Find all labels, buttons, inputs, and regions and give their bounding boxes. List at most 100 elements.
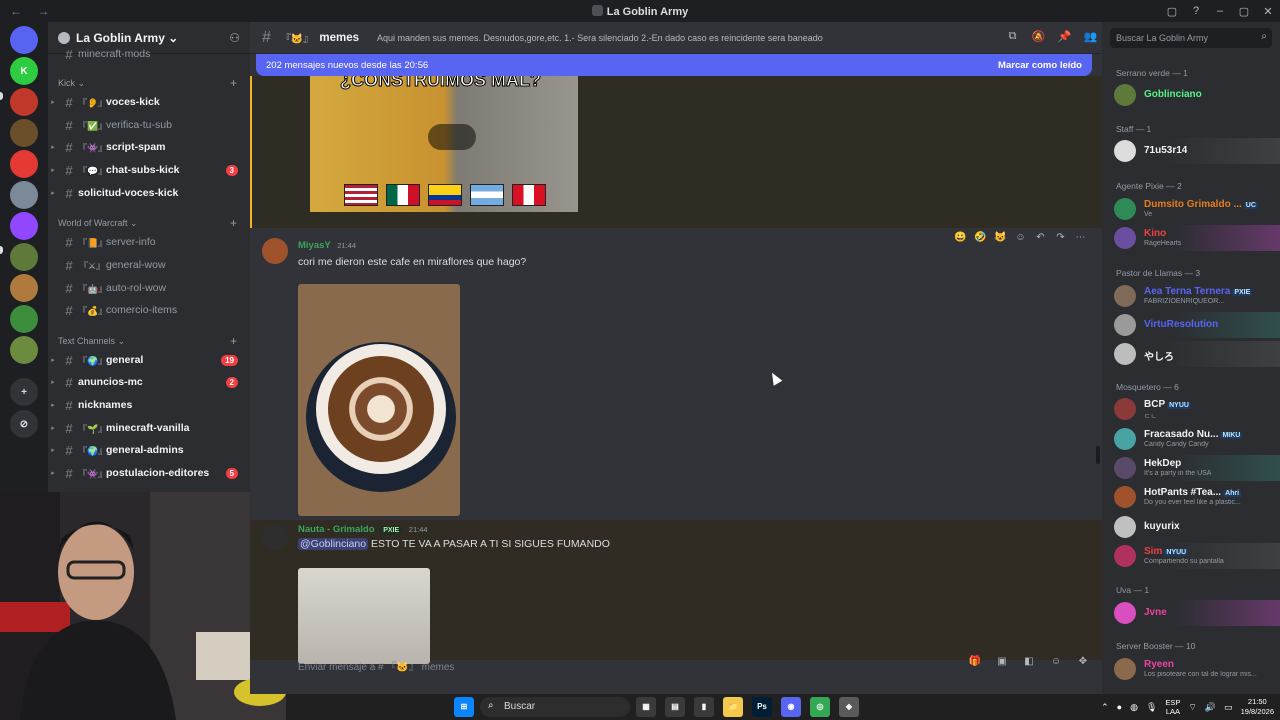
member-item[interactable]: BCP NYUU ㄷㄴ [1102,396,1280,422]
member-item[interactable]: VirtuResolution [1102,312,1280,338]
server-icon[interactable] [10,274,38,302]
member-item[interactable]: Fracasado Nu... MIKU Candy Candy Candy [1102,426,1280,452]
wifi-icon[interactable]: ⌔ [1188,702,1196,713]
taskbar-app-icon[interactable]: 📁 [723,697,743,717]
start-button[interactable]: ⊞ [454,697,474,717]
inbox-icon[interactable]: ▢ [1160,5,1184,18]
channel-item[interactable]: ▸ # 『🌍』 general 19 [48,350,250,370]
chevron-up-icon[interactable]: ⌃ [1101,702,1109,713]
taskbar-app-icon[interactable]: ◈ [839,697,859,717]
member-item[interactable]: Aea Terna Ternera PXIE FABRIZIOENRIQUEOR..… [1102,283,1280,309]
taskbar-app-icon[interactable]: ▮ [694,697,714,717]
sticker-icon[interactable]: ◧ [1022,656,1036,670]
channel-item[interactable]: ▸ # 『👾』 postulacion-editores 5 [48,463,250,483]
member-item[interactable]: Ryeen Los pisoteare con tal de lograr mis… [1102,656,1280,682]
app-tray-icon[interactable]: ● [1117,702,1122,712]
video-thumbnail[interactable]: ¿CONSTRUIMOS MAL? [310,76,578,212]
taskbar-app-icon[interactable]: ◎ [810,697,830,717]
mark-read-button[interactable]: Marcar como leído [998,60,1082,71]
language-indicator[interactable]: ESP LAA [1165,698,1180,716]
gif-icon[interactable]: ▣ [995,656,1009,670]
apps-icon[interactable]: ✥ [1076,656,1090,670]
member-item[interactable]: Dumsito Grimaldo ... UC Ve [1102,196,1280,222]
add-server-button[interactable]: + [10,378,38,406]
maximize-button[interactable]: ▢ [1232,5,1256,18]
channel-category[interactable]: Kick ⌄ + [58,76,237,90]
add-channel-icon[interactable]: + [230,76,237,90]
attached-image[interactable] [298,568,430,664]
forward-icon[interactable]: ↷ [1053,232,1068,247]
clock[interactable]: 21:50 19/8/2026 [1241,697,1274,717]
volume-icon[interactable]: 🔊 [1205,702,1216,713]
add-channel-icon[interactable]: + [230,334,237,348]
channel-item[interactable]: ▸ # 『👾』 script-spam [48,137,250,157]
author-name[interactable]: Nauta - Grimaldo [298,524,375,535]
scrollbar-thumb[interactable] [1096,446,1100,464]
reaction-icon[interactable]: 🤣 [973,232,988,247]
battery-icon[interactable]: ▭ [1224,702,1233,713]
user-mention[interactable]: @Goblinciano [298,538,369,550]
member-item[interactable]: HotPants #Tea... Ahri Do you ever feel lik… [1102,484,1280,510]
channel-item[interactable]: ▸ # 『🌍』 general-admins [48,440,250,460]
discover-button[interactable]: ⊘ [10,410,38,438]
search-input[interactable]: Buscar La Goblin Army ⌕ [1110,28,1272,48]
server-icon[interactable] [10,26,38,54]
threads-icon[interactable]: ⧉ [1005,30,1020,45]
channel-item[interactable]: ▸ # nicknames [48,395,250,415]
message-item[interactable]: Nauta - Grimaldo PXIE 21:44 @Goblinciano… [250,520,1102,664]
help-icon[interactable]: ? [1184,5,1208,17]
network-icon[interactable]: ◍ [1130,702,1138,713]
minimize-button[interactable]: – [1208,5,1232,17]
members-icon[interactable]: 👥 [1083,30,1098,45]
channel-category[interactable]: World of Warcraft ⌄ + [58,216,237,230]
member-item[interactable]: やしろ [1102,341,1280,367]
channel-item[interactable]: # 『📙』 server-info [48,232,250,252]
member-item[interactable]: Jvne [1102,600,1280,626]
pin-icon[interactable]: 📌 [1057,30,1072,45]
channel-topic[interactable]: Aqui manden sus memes. Desnudos,gore,etc… [377,33,1017,43]
server-icon[interactable] [10,212,38,240]
channel-category[interactable]: Text Channels ⌄ + [58,334,237,348]
taskbar-app-icon[interactable]: ◉ [781,697,801,717]
taskbar-app-icon[interactable]: Ps [752,697,772,717]
author-name[interactable]: MiyasY [298,240,331,251]
avatar[interactable] [262,238,288,264]
member-item[interactable]: Sim NYUU Compartiendo su pantalla [1102,543,1280,569]
message-composer[interactable]: Enviar mensaje a # 『🐱』 memes 🎁 ▣ ◧ ☺ ✥ [280,652,1090,680]
more-icon[interactable]: ⋯ [1073,232,1088,247]
message-item[interactable]: MiyasY 21:44 😀 🤣 😺 ☺ ↶ ↷ ⋯ cori me diero… [250,232,1102,516]
add-channel-icon[interactable]: + [230,216,237,230]
member-item[interactable]: 71u53r14 [1102,138,1280,164]
channel-item[interactable]: ▸ # 『👂』 voces-kick [48,92,250,112]
microphone-icon[interactable]: 🎙 [1146,702,1157,713]
server-icon[interactable]: K [10,57,38,85]
server-icon[interactable] [10,181,38,209]
channel-item[interactable]: # 『✅』 verifica-tu-sub [48,115,250,135]
avatar[interactable] [262,524,288,550]
member-item[interactable]: Kino RageHearts [1102,225,1280,251]
server-icon[interactable] [10,336,38,364]
coffee-image[interactable] [298,284,460,516]
close-button[interactable]: ✕ [1256,5,1280,18]
add-member-icon[interactable]: ⚇ [229,31,240,45]
channel-item[interactable]: ▸ # 『💬』 chat-subs-kick 3 [48,160,250,180]
reply-icon[interactable]: ↶ [1033,232,1048,247]
taskbar-search[interactable]: ⌕ Buscar [480,697,630,717]
server-icon[interactable] [10,305,38,333]
windows-icon[interactable]: ⊞ [454,697,474,717]
mute-icon[interactable]: 🔕 [1031,30,1046,45]
server-icon[interactable] [10,150,38,178]
channel-item[interactable]: # 『🤖』 auto-rol-wow [48,278,250,298]
add-reaction-icon[interactable]: ☺ [1013,232,1028,247]
member-item[interactable]: Goblinciano [1102,82,1280,108]
new-messages-bar[interactable]: 202 mensajes nuevos desde las 20:56 Marc… [256,54,1092,76]
reaction-icon[interactable]: 😀 [953,232,968,247]
server-icon[interactable] [10,243,38,271]
gift-icon[interactable]: 🎁 [968,656,982,670]
taskbar-app-icon[interactable]: ▤ [665,697,685,717]
taskbar-app-icon[interactable]: ▦ [636,697,656,717]
member-item[interactable]: kuyurix [1102,514,1280,540]
channel-item[interactable]: ▸ # anuncios-mc 2 [48,372,250,392]
server-icon[interactable] [10,119,38,147]
emoji-icon[interactable]: ☺ [1049,656,1063,670]
